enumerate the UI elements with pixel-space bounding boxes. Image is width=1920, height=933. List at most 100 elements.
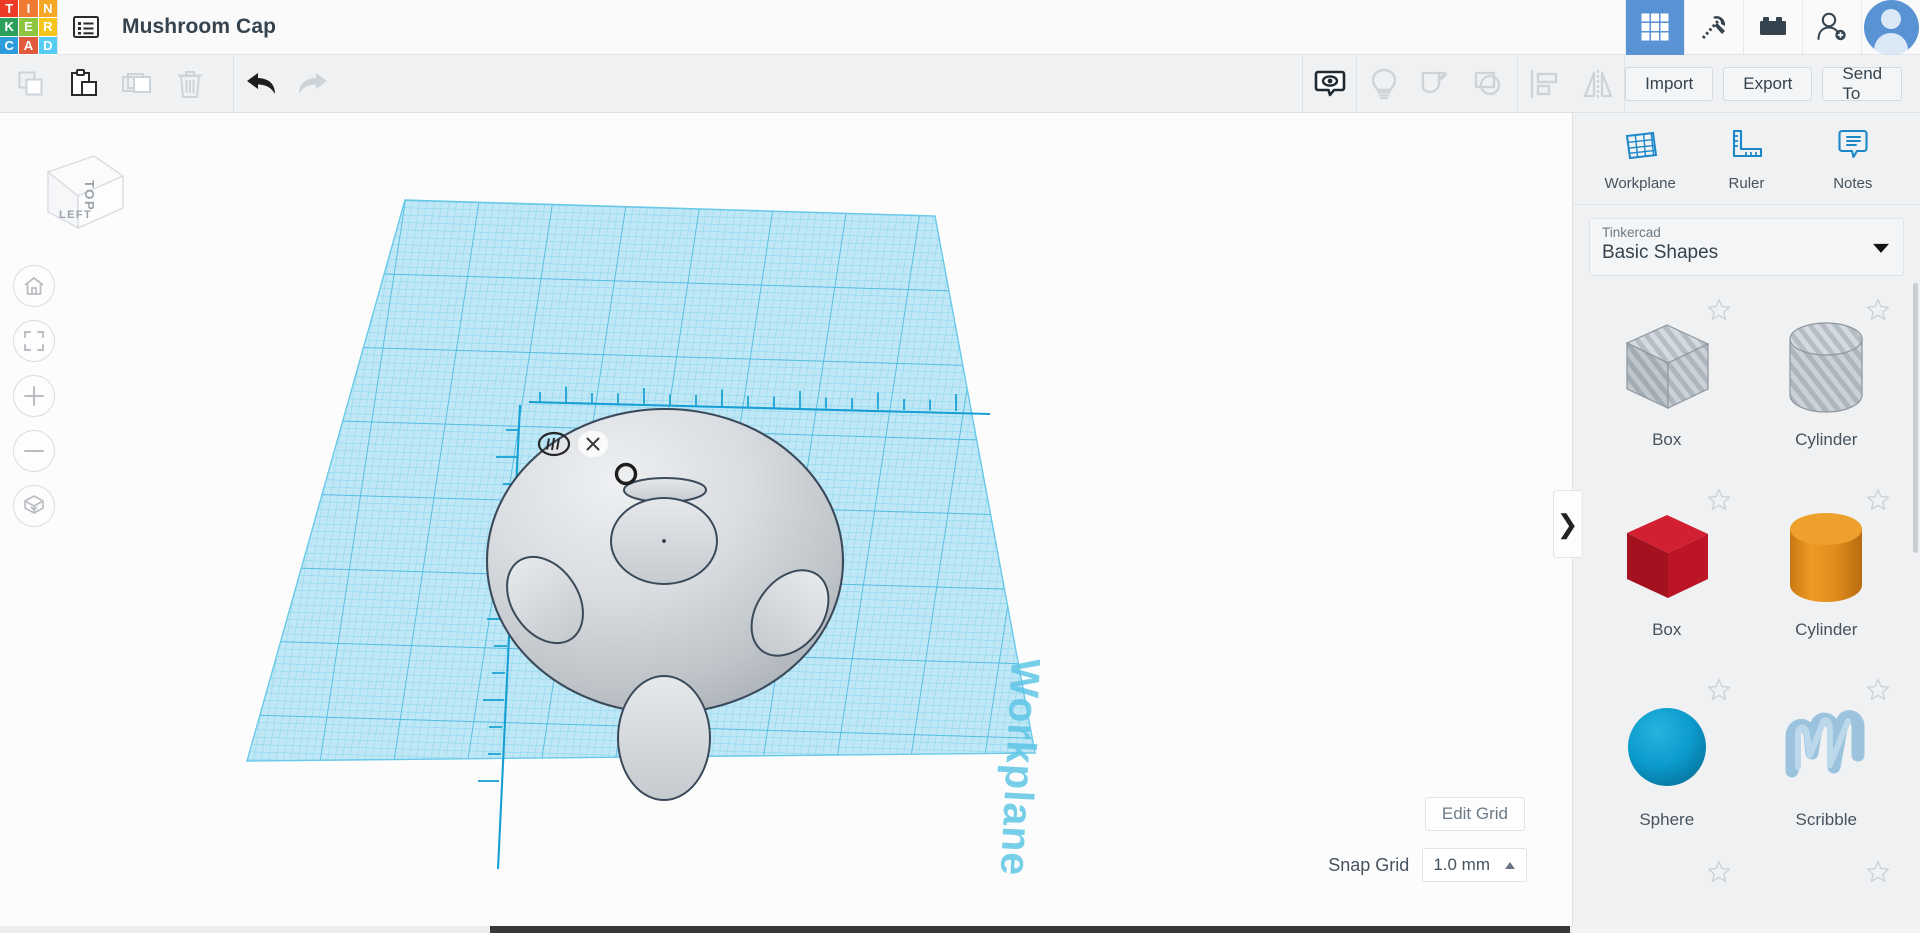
favorite-star-icon[interactable] [1707,298,1731,326]
close-x-icon[interactable] [578,431,608,457]
trash-icon[interactable] [164,55,217,113]
panel-tools-row: Workplane Ruler [1573,113,1920,205]
lightbulb-icon[interactable] [1357,55,1410,113]
box-hole-art [1613,308,1721,426]
send-to-button[interactable]: Send To [1822,67,1902,101]
page-title: Mushroom Cap [122,15,276,39]
origin-circle-icon[interactable] [613,461,639,492]
workplane-tool[interactable]: Workplane [1596,125,1684,192]
favorite-star-icon[interactable] [1707,678,1731,706]
edit-toolbar: Import Export Send To [0,55,1920,113]
shape-label: Cylinder [1795,620,1857,640]
shape-label: Box [1652,620,1681,640]
eye-callout-icon[interactable] [1303,55,1356,113]
top-bar-right-actions [1625,0,1920,55]
shape-box-solid[interactable]: Box [1587,476,1747,666]
panel-collapse-handle[interactable]: ❯ [1553,490,1581,558]
user-avatar[interactable] [1861,0,1920,55]
ruler-icon [1726,125,1766,170]
bottom-strip [0,926,1920,933]
minus-icon[interactable] [13,430,55,472]
sphere-art [1613,688,1721,806]
scribble-art [1772,688,1880,806]
shape-label: Sphere [1639,810,1694,830]
snap-grid-label: Snap Grid [1328,855,1409,876]
shape-grid: Box Cylinder [1573,282,1920,933]
workplane-tool-label: Workplane [1604,175,1675,192]
shape-scribble[interactable]: Scribble [1747,666,1907,856]
shape-sphere[interactable]: Sphere [1587,666,1747,856]
favorite-star-icon[interactable] [1707,860,1731,888]
shape-label: Scribble [1796,810,1857,830]
group-shapes-icon[interactable] [1410,55,1463,113]
logo-cell-a: A [19,37,37,55]
logo-cell-t: T [0,0,18,17]
shape-cylinder-solid[interactable]: Cylinder [1747,476,1907,666]
snap-grid-select[interactable]: 1.0 mm [1422,848,1527,882]
ruler-lines-icon[interactable] [537,431,571,462]
grid-view-icon[interactable] [1625,0,1684,55]
undo-arrow-icon[interactable] [234,55,287,113]
scene-render: Workplane [0,113,1572,933]
workplane-icon [1620,125,1660,170]
align-icon[interactable] [1518,55,1571,113]
import-button[interactable]: Import [1625,67,1713,101]
favorite-star-icon[interactable] [1866,488,1890,516]
favorite-star-icon[interactable] [1866,678,1890,706]
favorite-star-icon[interactable] [1866,860,1890,888]
snap-grid-control: Snap Grid 1.0 mm [1328,848,1527,882]
cylinder-hole-art [1772,308,1880,426]
home-icon[interactable] [13,265,55,307]
shape-library-dropdown[interactable]: Tinkercad Basic Shapes [1589,218,1904,276]
duplicate-button[interactable] [110,55,163,113]
notes-tool[interactable]: Notes [1809,125,1897,192]
copy-button[interactable] [4,55,57,113]
view-nav-controls [13,265,55,527]
shape-cylinder-hole[interactable]: Cylinder [1747,286,1907,476]
add-user-icon[interactable] [1802,0,1861,55]
chevron-down-icon [1873,244,1889,253]
panel-scrollbar[interactable] [1913,283,1918,553]
export-button[interactable]: Export [1723,67,1812,101]
shapes-panel: Workplane Ruler [1572,113,1920,933]
svg-text:TOP: TOP [82,180,97,211]
favorite-star-icon[interactable] [1866,298,1890,326]
horizontal-scrollbar-track[interactable] [0,926,1572,933]
svg-text:LEFT: LEFT [59,209,92,221]
plus-icon[interactable] [13,375,55,417]
ungroup-shapes-icon[interactable] [1464,55,1517,113]
shape-next-row-right[interactable] [1747,856,1907,896]
shape-library-value: Basic Shapes [1602,241,1891,265]
snap-grid-value: 1.0 mm [1433,855,1490,875]
tinkercad-app: T I N K E R C A D Mushroom Cap [0,0,1920,933]
logo-cell-c: C [0,37,18,55]
logo-cell-i: I [19,0,37,17]
shape-label: Box [1652,430,1681,450]
horizontal-scrollbar-thumb[interactable] [490,926,1570,933]
logo-cell-e: E [19,18,37,36]
cube-arrow-icon[interactable] [13,485,55,527]
favorite-star-icon[interactable] [1707,488,1731,516]
box-solid-art [1613,498,1721,616]
codeblocks-icon[interactable] [1684,0,1743,55]
shape-box-hole[interactable]: Box [1587,286,1747,476]
cylinder-solid-art [1772,498,1880,616]
ruler-tool[interactable]: Ruler [1702,125,1790,192]
3d-canvas[interactable]: Workplane [0,113,1572,933]
view-cube[interactable]: TOP LEFT [22,130,132,240]
tinkercad-logo[interactable]: T I N K E R C A D [0,0,57,55]
top-bar: T I N K E R C A D Mushroom Cap [0,0,1920,55]
list-menu-icon[interactable] [58,0,114,55]
brick-icon[interactable] [1743,0,1802,55]
mirror-flip-icon[interactable] [1571,55,1624,113]
notes-tool-label: Notes [1833,175,1872,192]
edit-grid-button[interactable]: Edit Grid [1425,797,1525,831]
avatar [1864,0,1919,55]
shape-next-row-left[interactable] [1587,856,1747,896]
paste-button[interactable] [57,55,110,113]
redo-arrow-icon[interactable] [287,55,340,113]
logo-cell-d: D [39,37,57,55]
fit-frame-icon[interactable] [13,320,55,362]
shape-label: Cylinder [1795,430,1857,450]
ruler-tool-label: Ruler [1729,175,1765,192]
